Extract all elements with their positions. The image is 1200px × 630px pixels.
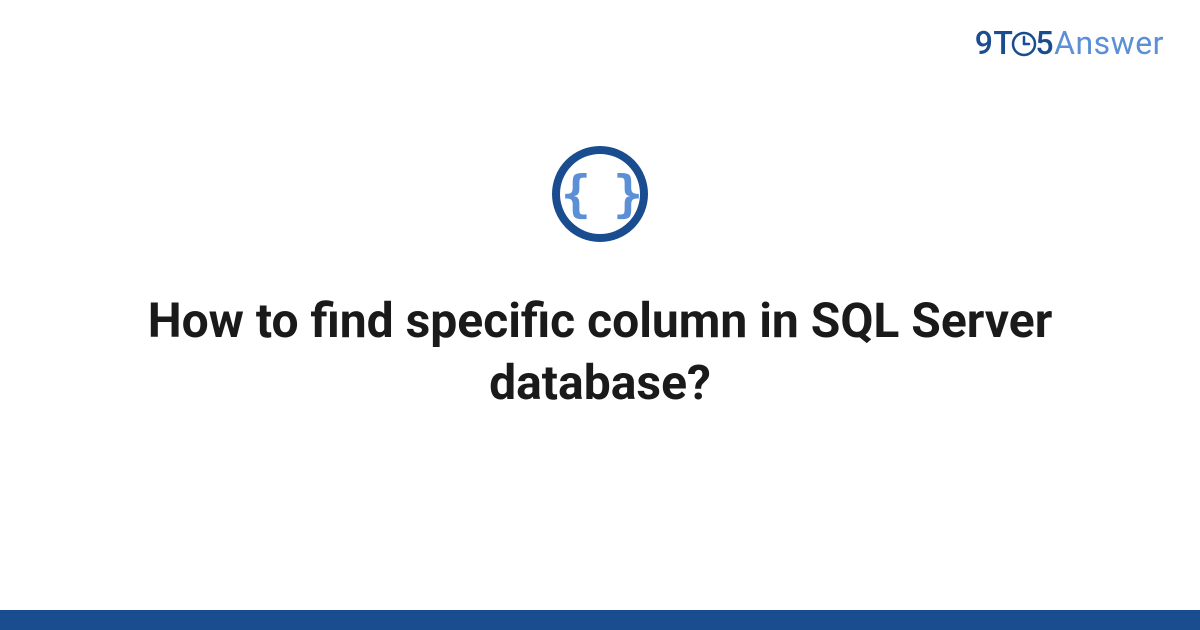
content-area: { } How to find specific column in SQL S… [0,0,1200,630]
footer-bar [0,610,1200,630]
braces-glyph: { } [561,169,639,219]
code-braces-icon: { } [552,146,648,242]
question-title: How to find specific column in SQL Serve… [100,290,1100,415]
